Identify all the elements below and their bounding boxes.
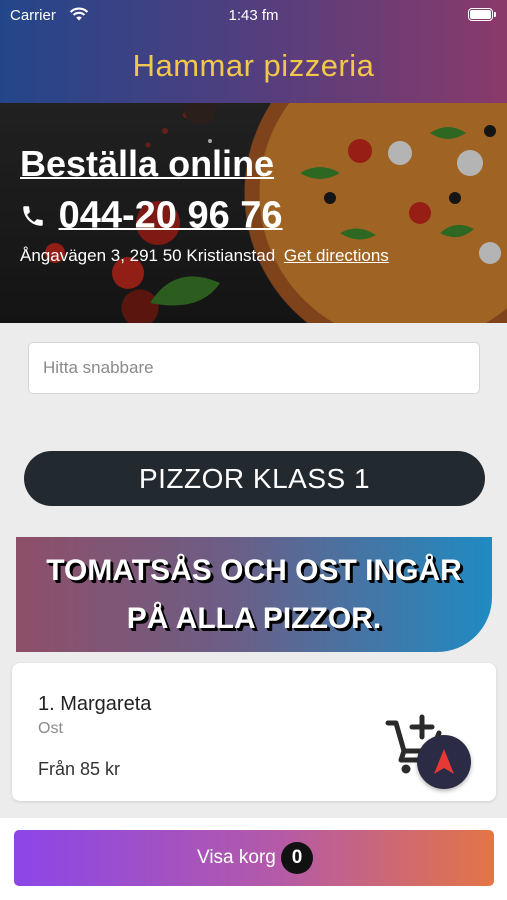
status-time: 1:43 fm xyxy=(228,7,279,24)
app-title: Hammar pizzeria xyxy=(132,48,375,83)
view-cart-label: Visa korg xyxy=(197,847,276,868)
order-online-link[interactable]: Beställa online xyxy=(20,143,274,185)
info-banner: TOMATSÅS OCH OST INGÅR PÅ ALLA PIZZOR. xyxy=(16,537,492,652)
banner-text: TOMATSÅS OCH OST INGÅR PÅ ALLA PIZZOR. xyxy=(16,547,492,643)
battery-icon xyxy=(468,8,496,21)
navigation-button[interactable] xyxy=(417,735,471,789)
phone-link[interactable]: 044-20 96 76 xyxy=(20,193,283,237)
navigation-arrow-icon xyxy=(434,749,454,774)
bottom-bar: Visa korg 0 xyxy=(0,818,507,900)
phone-number: 044-20 96 76 xyxy=(58,194,283,237)
app-header: Carrier 1:43 fm Hammar pizzeria xyxy=(0,0,507,103)
product-card[interactable]: 1. Margareta Ost Från 85 kr xyxy=(12,663,496,801)
banner-line-1: TOMATSÅS OCH OST INGÅR xyxy=(46,554,462,587)
product-description: Ost xyxy=(38,720,63,737)
status-bar: Carrier 1:43 fm xyxy=(0,0,507,30)
product-price: Från 85 kr xyxy=(38,759,121,779)
view-cart-button[interactable]: Visa korg 0 xyxy=(14,830,494,886)
search-input[interactable]: Hitta snabbare xyxy=(28,342,480,394)
address-line: Ångavägen 3, 291 50 Kristianstad Get dir… xyxy=(20,246,389,266)
banner-line-2: PÅ ALLA PIZZOR. xyxy=(126,602,382,635)
phone-icon xyxy=(23,206,43,226)
category-button[interactable]: PIZZOR KLASS 1 xyxy=(24,451,485,506)
product-name: 1. Margareta xyxy=(38,693,152,715)
get-directions-link[interactable]: Get directions xyxy=(284,246,389,265)
address-text: Ångavägen 3, 291 50 Kristianstad xyxy=(20,246,276,265)
hero-banner: Beställa online 044-20 96 76 Ångavägen 3… xyxy=(0,103,507,323)
cart-count-badge: 0 xyxy=(281,842,313,874)
